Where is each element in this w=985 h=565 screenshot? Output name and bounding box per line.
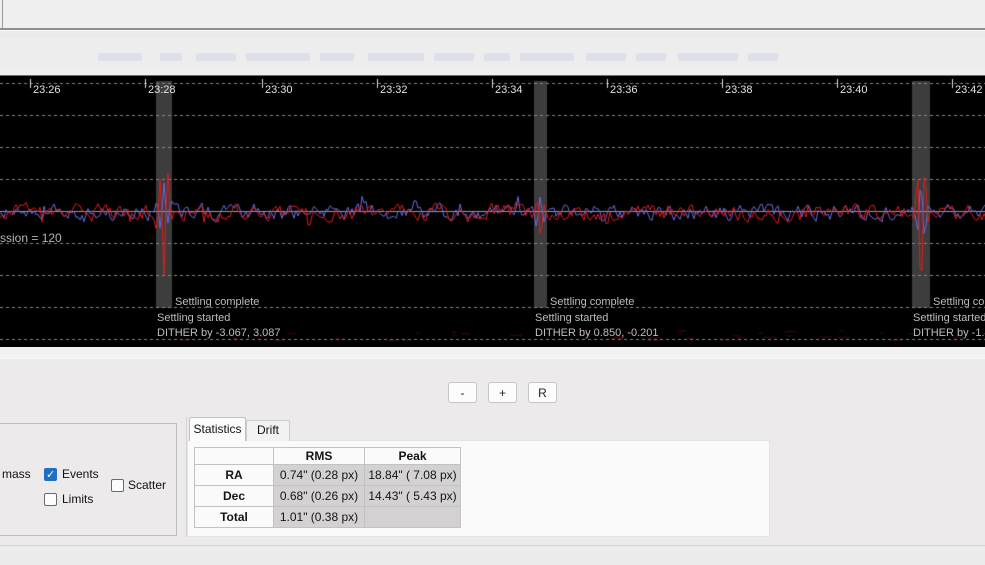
stats-header-blank <box>194 447 274 465</box>
status-bar <box>0 545 985 565</box>
scatter-checkbox-label[interactable]: Scatter <box>128 478 166 492</box>
zoom-out-button[interactable]: - <box>448 382 477 403</box>
event-label-settling-complete: Settling complete <box>175 296 260 308</box>
ghost-toolbar-item <box>368 53 424 61</box>
ghost-toolbar-item <box>196 53 236 61</box>
reset-zoom-button[interactable]: R <box>528 382 557 403</box>
time-axis-label: 23:26 <box>33 84 61 96</box>
stats-label-total: Total <box>194 506 274 528</box>
time-axis-label: 23:28 <box>148 84 176 96</box>
table-row-ra: RA 0.74" (0.28 px) 18.84" ( 7.08 px) <box>194 464 461 486</box>
ghost-toolbar-item <box>520 53 574 61</box>
time-axis-label: 23:30 <box>265 84 293 96</box>
time-axis-label: 23:38 <box>725 84 753 96</box>
stats-ra-peak: 18.84" ( 7.08 px) <box>364 464 461 486</box>
table-row-dec: Dec 0.68" (0.26 px) 14.43" ( 5.43 px) <box>194 485 461 507</box>
time-axis-label: 23:32 <box>380 84 408 96</box>
graph-scrollbar-strip <box>0 347 985 359</box>
ghost-toolbar-item <box>678 53 738 61</box>
tab-drift[interactable]: Drift <box>246 420 290 441</box>
ghost-toolbar-item <box>320 53 354 61</box>
ghost-toolbar-item <box>98 53 142 61</box>
event-label-dither: DITHER by -1.4 <box>913 327 985 339</box>
limits-checkbox-label[interactable]: Limits <box>62 492 93 506</box>
event-label-dither: DITHER by 0.850, -0.201 <box>535 327 659 339</box>
window-left-edge <box>2 0 3 28</box>
stats-header-rms: RMS <box>273 447 365 465</box>
chrome-gap-strip <box>0 66 985 75</box>
ghost-toolbar-item <box>434 53 474 61</box>
event-label-settling-complete: Settling complete <box>933 296 985 308</box>
limits-checkbox[interactable] <box>44 493 57 506</box>
ghost-toolbar-item <box>586 53 626 61</box>
table-row-total: Total 1.01" (0.38 px) <box>194 506 461 528</box>
stats-label-ra: RA <box>194 464 274 486</box>
stats-dec-rms: 0.68" (0.26 px) <box>273 485 365 507</box>
guide-graph-canvas[interactable] <box>0 76 985 347</box>
stats-dec-peak: 14.43" ( 5.43 px) <box>364 485 461 507</box>
tab-statistics[interactable]: Statistics <box>189 417 246 441</box>
event-label-dither: DITHER by -3.067, 3.087 <box>157 327 281 339</box>
top-window-panel <box>0 0 985 30</box>
scatter-checkbox[interactable] <box>111 479 124 492</box>
time-axis-label: 23:42 <box>955 84 983 96</box>
stats-ra-rms: 0.74" (0.28 px) <box>273 464 365 486</box>
ghost-toolbar-item <box>484 53 510 61</box>
statistics-table: RMS Peak RA 0.74" (0.28 px) 18.84" ( 7.0… <box>194 447 461 528</box>
stats-total-rms: 1.01" (0.38 px) <box>273 506 365 528</box>
graph-options-panel: mass Events Limits Scatter <box>0 423 177 536</box>
event-label-settling-started: Settling started <box>913 312 985 324</box>
star-mass-checkbox-label[interactable]: mass <box>2 467 31 481</box>
time-axis-label: 23:34 <box>495 84 523 96</box>
stats-header-peak: Peak <box>364 447 461 465</box>
ghost-toolbar-item <box>748 53 778 61</box>
stats-label-dec: Dec <box>194 485 274 507</box>
zoom-in-button[interactable]: + <box>488 382 517 403</box>
event-label-settling-started: Settling started <box>535 312 609 324</box>
ghost-toolbar-item <box>636 53 666 61</box>
toolbar-strip <box>0 38 985 66</box>
events-checkbox[interactable] <box>44 468 57 481</box>
graph-info-text: ssion = 120 <box>0 231 62 245</box>
event-label-settling-complete: Settling complete <box>550 296 635 308</box>
events-checkbox-label[interactable]: Events <box>62 467 99 481</box>
ghost-toolbar-item <box>246 53 310 61</box>
time-axis-label: 23:40 <box>840 84 868 96</box>
guide-history-graph: ssion = 120 23:26 23:28 23:30 23:32 23:34 23:… <box>0 75 985 347</box>
time-axis-label: 23:36 <box>610 84 638 96</box>
stats-total-peak <box>364 506 461 528</box>
ghost-toolbar-item <box>160 53 182 61</box>
event-label-settling-started: Settling started <box>157 312 231 324</box>
